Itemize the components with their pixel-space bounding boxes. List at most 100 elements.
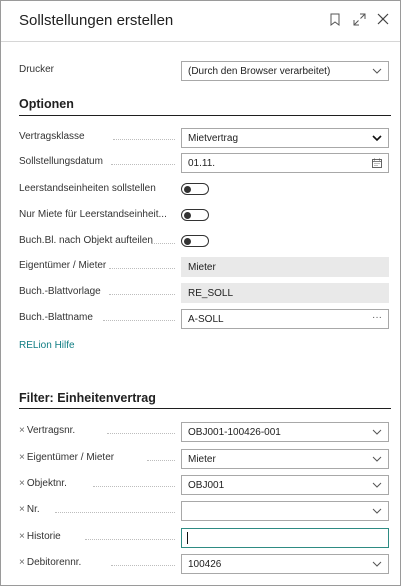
printer-row: Drucker (Durch den Browser verarbeitet)	[19, 61, 391, 81]
dialog: Sollstellungen erstellen Drucker (Durch …	[0, 0, 401, 586]
bookmark-icon[interactable]	[328, 12, 342, 26]
sollstellungsdatum-label: Sollstellungsdatum	[19, 156, 103, 167]
vertragsklasse-select[interactable]: Mietvertrag	[181, 128, 389, 148]
chevron-down-icon	[372, 135, 382, 142]
dialog-title: Sollstellungen erstellen	[19, 12, 174, 29]
filter-label[interactable]: × Objektnr.	[19, 478, 67, 489]
eigentuemer-row: Eigentümer / Mieter Mieter	[19, 257, 391, 277]
blattname-input[interactable]: A-SOLL ···	[181, 309, 389, 329]
filter-row: × Eigentümer / Mieter Mieter	[19, 449, 391, 469]
printer-label: Drucker	[19, 64, 55, 75]
filter-label[interactable]: × Historie	[19, 531, 61, 542]
printer-select[interactable]: (Durch den Browser verarbeitet)	[181, 61, 389, 81]
filter-label[interactable]: × Debitorennr.	[19, 557, 81, 568]
title-bar: Sollstellungen erstellen	[19, 11, 390, 33]
remove-filter-icon[interactable]: ×	[19, 452, 25, 463]
filter-row: × Debitorennr. 100426	[19, 554, 391, 574]
chevron-down-icon	[372, 429, 382, 435]
vertragsklasse-label: Vertragsklasse	[19, 131, 85, 142]
leader-dots	[55, 512, 175, 514]
close-icon[interactable]	[376, 12, 390, 26]
leader-dots	[111, 565, 175, 567]
leader-dots	[113, 139, 175, 141]
leader-dots	[151, 243, 175, 245]
eigentuemer-label: Eigentümer / Mieter	[19, 260, 107, 271]
leerstand-row: Leerstandseinheiten sollstellen	[19, 180, 391, 200]
nr-select[interactable]	[181, 501, 389, 521]
leader-dots	[103, 320, 175, 322]
filter-row: × Vertragsnr. OBJ001-100426-001	[19, 422, 391, 442]
filter-heading: Filter: Einheitenvertrag	[19, 391, 156, 405]
blattvorlage-field: RE_SOLL	[181, 283, 389, 303]
leerstand-label: Leerstandseinheiten sollstellen	[19, 183, 156, 194]
leader-dots	[109, 294, 175, 296]
nur-miete-label: Nur Miete für Leerstandseinheit...	[19, 209, 167, 220]
title-bar-icons	[328, 12, 390, 26]
filter-row: × Historie	[19, 528, 391, 548]
eigentuemer-filter-select[interactable]: Mieter	[181, 449, 389, 469]
options-heading: Optionen	[19, 97, 74, 111]
blattname-value: A-SOLL	[188, 314, 224, 325]
eigentuemer-filter-value: Mieter	[188, 454, 216, 465]
toggle-knob	[184, 211, 191, 219]
printer-value: (Durch den Browser verarbeitet)	[188, 66, 331, 77]
blattname-label: Buch.-Blattname	[19, 312, 93, 323]
filter-row: × Nr.	[19, 501, 391, 521]
toggle-knob	[184, 237, 191, 245]
filter-label-text: Historie	[26, 531, 61, 542]
nur-miete-row: Nur Miete für Leerstandseinheit...	[19, 206, 391, 226]
options-divider	[19, 115, 391, 116]
debitorennr-select[interactable]: 100426	[181, 554, 389, 574]
buch-bl-label: Buch.Bl. nach Objekt aufteilen	[19, 235, 153, 246]
filter-label-text: Debitorennr.	[26, 557, 82, 568]
leader-dots	[111, 164, 175, 166]
buch-bl-toggle[interactable]	[181, 235, 209, 247]
buch-bl-row: Buch.Bl. nach Objekt aufteilen	[19, 232, 391, 252]
chevron-down-icon	[372, 456, 382, 462]
chevron-down-icon	[372, 482, 382, 488]
leerstand-toggle[interactable]	[181, 183, 209, 195]
vertragsklasse-value: Mietvertrag	[188, 133, 239, 144]
vertragsklasse-row: Vertragsklasse Mietvertrag	[19, 128, 391, 148]
remove-filter-icon[interactable]: ×	[19, 478, 25, 489]
debitorennr-value: 100426	[188, 559, 222, 570]
toggle-knob	[184, 185, 191, 193]
filter-divider	[19, 408, 391, 409]
text-cursor	[187, 532, 188, 544]
objektnr-select[interactable]: OBJ001	[181, 475, 389, 495]
sollstellungsdatum-value: 01.11.	[188, 158, 216, 169]
calendar-icon[interactable]	[372, 158, 382, 168]
eigentuemer-value: Mieter	[188, 262, 216, 273]
sollstellungsdatum-row: Sollstellungsdatum 01.11.	[19, 153, 391, 173]
blattvorlage-label: Buch.-Blattvorlage	[19, 286, 101, 297]
more-options-icon[interactable]: ···	[372, 312, 382, 323]
eigentuemer-field: Mieter	[181, 257, 389, 277]
sollstellungsdatum-input[interactable]: 01.11.	[181, 153, 389, 173]
historie-input[interactable]	[181, 528, 389, 548]
filter-label-text: Eigentümer / Mieter	[26, 452, 115, 463]
remove-filter-icon[interactable]: ×	[19, 425, 25, 436]
leader-dots	[93, 486, 175, 488]
expand-icon[interactable]	[352, 12, 366, 26]
filter-label-text: Objektnr.	[26, 478, 67, 489]
blattvorlage-row: Buch.-Blattvorlage RE_SOLL	[19, 283, 391, 303]
vertragsnr-select[interactable]: OBJ001-100426-001	[181, 422, 389, 442]
nur-miete-toggle[interactable]	[181, 209, 209, 221]
blattname-row: Buch.-Blattname A-SOLL ···	[19, 309, 391, 329]
filter-row: × Objektnr. OBJ001	[19, 475, 391, 495]
relion-help-link[interactable]: RELion Hilfe	[19, 340, 75, 351]
chevron-down-icon	[372, 68, 382, 74]
leader-dots	[109, 268, 175, 270]
filter-label[interactable]: × Vertragsnr.	[19, 425, 75, 436]
remove-filter-icon[interactable]: ×	[19, 531, 25, 542]
filter-label[interactable]: × Nr.	[19, 504, 40, 515]
vertragsnr-value: OBJ001-100426-001	[188, 427, 281, 438]
chevron-down-icon	[372, 561, 382, 567]
remove-filter-icon[interactable]: ×	[19, 557, 25, 568]
filter-label[interactable]: × Eigentümer / Mieter	[19, 452, 114, 463]
blattvorlage-value: RE_SOLL	[188, 288, 234, 299]
objektnr-value: OBJ001	[188, 480, 225, 491]
leader-dots	[107, 433, 175, 435]
leader-dots	[85, 539, 175, 541]
remove-filter-icon[interactable]: ×	[19, 504, 25, 515]
